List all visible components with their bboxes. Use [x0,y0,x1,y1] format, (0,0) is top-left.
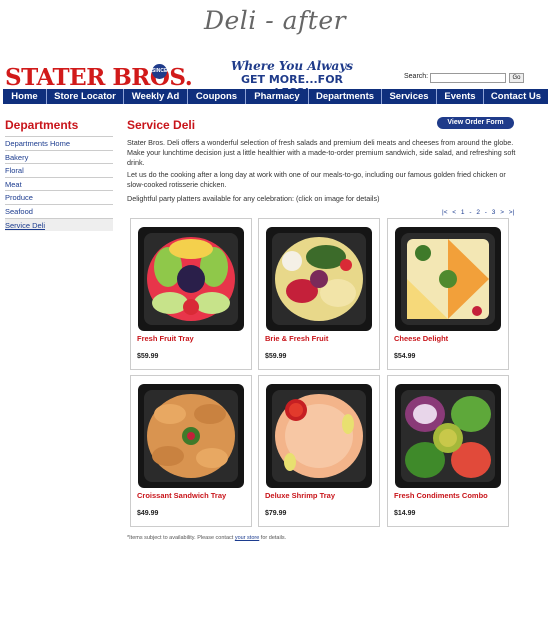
your-store-link[interactable]: your store [235,535,259,541]
search-go-button[interactable]: Go [509,73,524,83]
sidebar-item-floral[interactable]: Floral [5,163,113,177]
meals-paragraph: Let us do the cooking after a long day a… [127,170,506,189]
product-price: $59.99 [265,353,287,360]
sidebar-item-meat[interactable]: Meat [5,176,113,191]
tagline-line1: Where You Always [230,59,354,73]
nav-coupons[interactable]: Coupons [188,89,246,104]
nav-departments[interactable]: Departments [309,89,382,104]
fruit-tray-image[interactable] [138,227,244,331]
nav-services[interactable]: Services [382,89,437,104]
page-caption: Deli - after [203,6,347,35]
intro-paragraph: Stater Bros. Deli offers a wonderful sel… [127,138,516,167]
product-price: $14.99 [394,510,416,517]
pager-next[interactable]: > [500,209,504,216]
nav-home[interactable]: Home [3,89,47,104]
pager-prev[interactable]: < [452,209,456,216]
croissant-tray-image[interactable] [138,384,244,488]
product-price: $79.99 [265,510,287,517]
pager-sep: - [484,209,487,216]
page-title: Service Deli [127,118,196,132]
pagination: |< < 1 - 2 - 3 > >| [442,209,517,216]
search-label: Search: [404,73,429,80]
main-nav: Home Store Locator Weekly Ad Coupons Pha… [3,89,548,104]
sidebar-title: Departments [5,118,79,132]
product-name[interactable]: Brie & Fresh Fruit [265,334,328,343]
sidebar-item-produce[interactable]: Produce [5,190,113,204]
product-name[interactable]: Croissant Sandwich Tray [137,491,226,500]
nav-contact-us[interactable]: Contact Us [484,89,548,104]
pager-last[interactable]: >| [509,209,514,216]
availability-note: *Items subject to availability. Please c… [127,535,286,541]
condiments-tray-image[interactable] [395,384,501,488]
sidebar-item-departments-home[interactable]: Departments Home [5,136,113,150]
pager-page-3[interactable]: 3 [492,209,496,216]
sidebar-item-seafood[interactable]: Seafood [5,203,113,218]
product-price: $49.99 [137,510,159,517]
search-input[interactable] [430,73,506,83]
product-card[interactable]: Fresh Fruit Tray $59.99 [130,218,252,370]
shrimp-tray-image[interactable] [266,384,372,488]
brie-tray-image[interactable] [266,227,372,331]
pager-sep: - [469,209,472,216]
nav-events[interactable]: Events [437,89,484,104]
pager-page-1[interactable]: 1 [461,209,465,216]
product-card[interactable]: Brie & Fresh Fruit $59.99 [258,218,380,370]
product-name[interactable]: Fresh Condiments Combo [394,491,488,500]
cheese-tray-image[interactable] [395,227,501,331]
product-card[interactable]: Deluxe Shrimp Tray $79.99 [258,375,380,527]
platters-paragraph: Delightful party platters available for … [127,194,380,203]
pager-first[interactable]: |< [442,209,447,216]
footnote-text: *Items subject to availability. Please c… [127,535,235,541]
product-price: $59.99 [137,353,159,360]
nav-store-locator[interactable]: Store Locator [47,89,124,104]
sidebar-item-service-deli[interactable]: Service Deli [5,217,113,232]
product-card[interactable]: Croissant Sandwich Tray $49.99 [130,375,252,527]
logo-badge-icon: SINCE [152,64,167,79]
product-price: $54.99 [394,353,416,360]
pager-page-2[interactable]: 2 [476,209,480,216]
product-card[interactable]: Fresh Condiments Combo $14.99 [387,375,509,527]
footnote-text-end: for details. [259,535,287,541]
product-name[interactable]: Fresh Fruit Tray [137,334,194,343]
sidebar-item-bakery[interactable]: Bakery [5,149,113,164]
sidebar-list: Departments Home Bakery Floral Meat Prod… [5,136,113,232]
nav-weekly-ad[interactable]: Weekly Ad [124,89,188,104]
nav-pharmacy[interactable]: Pharmacy [246,89,309,104]
product-name[interactable]: Cheese Delight [394,334,448,343]
product-card[interactable]: Cheese Delight $54.99 [387,218,509,370]
product-name[interactable]: Deluxe Shrimp Tray [265,491,335,500]
view-order-form-button[interactable]: View Order Form [437,117,514,129]
